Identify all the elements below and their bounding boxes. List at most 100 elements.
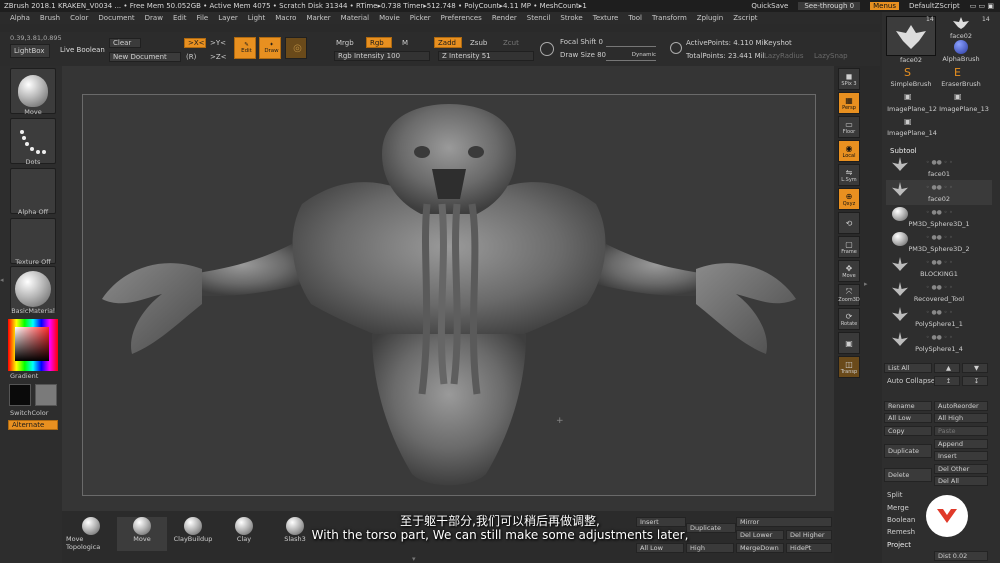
copy-button[interactable]: Copy [884,426,932,436]
menu-stroke[interactable]: Stroke [560,14,582,22]
zadd-button[interactable]: Zadd [434,37,462,48]
dynamic-button[interactable]: Dynamic [632,52,656,58]
append-button[interactable]: Append [934,439,988,449]
zsub-button[interactable]: Zsub [470,39,487,47]
righttool-frame[interactable]: ▢ Frame [838,236,860,258]
subtool-toggles[interactable]: ◦ ●● ◦ ◦ [926,309,953,316]
move-top-button[interactable]: ↥ [934,376,960,386]
righttool-l-sym[interactable]: ⇋ L.Sym [838,164,860,186]
subtool-item[interactable]: ◦ ●● ◦ ◦ PM3D_Sphere3D_2 [886,230,992,255]
subtool-item[interactable]: ◦ ●● ◦ ◦ face01 [886,155,992,180]
menu-zplugin[interactable]: Zplugin [697,14,723,22]
edit-mode-button[interactable]: ✎ Edit [234,37,256,59]
subtool-item[interactable]: ◦ ●● ◦ ◦ BLOCKING1 [886,255,992,280]
subtool-toggles[interactable]: ◦ ●● ◦ ◦ [926,259,953,266]
lazyradius-slider[interactable]: LazyRadius [764,52,803,60]
eraserbrush-icon[interactable]: E [954,66,961,79]
mrgb-button[interactable]: Mrgb [336,39,354,47]
subtool-toggles[interactable]: ◦ ●● ◦ ◦ [926,184,953,191]
menus-button[interactable]: Menus [870,2,900,10]
kraken-model[interactable] [82,94,816,496]
y-symmetry-button[interactable]: >Y< [210,39,226,47]
radial-symmetry-label[interactable]: (R) [186,53,196,61]
switchcolor-button[interactable]: SwitchColor [0,409,50,417]
subtool-toggles[interactable]: ◦ ●● ◦ ◦ [926,284,953,291]
live-boolean-button[interactable]: Live Boolean [60,46,105,54]
main-color-swatch[interactable] [9,384,31,406]
delete-button[interactable]: Delete [884,468,932,482]
subtool-toggles[interactable]: ◦ ●● ◦ ◦ [926,159,953,166]
seethrough-slider[interactable]: See-through 0 [798,2,861,10]
hidept-button[interactable]: HidePt [786,543,832,553]
menu-stencil[interactable]: Stencil [527,14,551,22]
menu-light[interactable]: Light [248,14,265,22]
righttool-floor[interactable]: ▭ Floor [838,116,860,138]
draw-mode-button[interactable]: ✦ Draw [259,37,281,59]
menu-draw[interactable]: Draw [145,14,163,22]
z-intensity-slider[interactable]: Z Intensity 51 [438,51,534,61]
imageplane12-icon[interactable]: ▣ [904,92,912,101]
rgb-intensity-slider[interactable]: Rgb Intensity 100 [334,51,430,61]
righttool-zoom3d[interactable]: ⤧ Zoom3D [838,284,860,306]
autoreorder-button[interactable]: AutoReorder [934,401,988,411]
subtool-toggles[interactable]: ◦ ●● ◦ ◦ [926,334,953,341]
imageplane13-icon[interactable]: ▣ [954,92,962,101]
menu-picker[interactable]: Picker [410,14,431,22]
default-zscript-button[interactable]: DefaultZScript [909,2,960,10]
subtool-toggles[interactable]: ◦ ●● ◦ ◦ [926,209,953,216]
righttool-spix-3[interactable]: ◼ SPix 3 [838,68,860,90]
righttool-transp[interactable]: ◫ Transp [838,356,860,378]
menu-layer[interactable]: Layer [218,14,238,22]
subtool-item[interactable]: ◦ ●● ◦ ◦ face02 [886,180,992,205]
color-picker-square[interactable] [15,327,49,361]
menu-zscript[interactable]: Zscript [733,14,757,22]
secondary-color-swatch[interactable] [35,384,57,406]
del-other-button[interactable]: Del Other [934,464,988,474]
menu-alpha[interactable]: Alpha [10,14,30,22]
paste-button[interactable]: Paste [934,426,988,436]
rename-button[interactable]: Rename [884,401,932,411]
tool-thumb-face02[interactable] [942,16,980,32]
x-symmetry-button[interactable]: >X< [184,38,206,48]
merge-menu[interactable]: Merge [887,504,909,512]
righttool-slot-6[interactable]: ⟲ [838,212,860,234]
menu-render[interactable]: Render [492,14,517,22]
menu-texture[interactable]: Texture [593,14,619,22]
all-low-button[interactable]: All Low [884,413,932,423]
keyshot-button[interactable]: Keyshot [764,39,792,47]
imageplane14-icon[interactable]: ▣ [904,117,912,126]
menu-file[interactable]: File [197,14,209,22]
menu-macro[interactable]: Macro [275,14,296,22]
move-bottom-button[interactable]: ↧ [962,376,988,386]
window-controls[interactable]: ▭ ▭ ▣ [970,2,994,10]
gradient-label[interactable]: Gradient [0,372,50,380]
split-menu[interactable]: Split [887,491,903,499]
merge-down-button[interactable]: MergeDown [736,543,784,553]
menu-edit[interactable]: Edit [173,14,187,22]
menu-transform[interactable]: Transform [652,14,687,22]
righttool-slot-11[interactable]: ▣ [838,332,860,354]
alternate-button[interactable]: Alternate [8,420,58,430]
menu-brush[interactable]: Brush [40,14,60,22]
subtool-header[interactable]: Subtool [890,147,917,155]
menu-document[interactable]: Document [98,14,134,22]
m-button[interactable]: M [402,39,408,47]
menu-color[interactable]: Color [70,14,88,22]
move-up-button[interactable]: ▲ [934,363,960,373]
project-menu[interactable]: Project [887,541,911,549]
duplicate-button[interactable]: Duplicate [884,444,932,458]
simplebrush-icon[interactable]: S [904,66,911,79]
right-shelf-scroll-icon[interactable]: ▸ [864,280,868,288]
lightbox-button[interactable]: LightBox [10,44,50,58]
righttool-qxyz[interactable]: ⊕ Qxyz [838,188,860,210]
bottom-scroll-icon[interactable]: ▾ [412,555,416,563]
dist-slider[interactable]: Dist 0.02 [934,551,988,561]
insert-button[interactable]: Insert [934,451,988,461]
bottom-high-button[interactable]: High [686,543,734,553]
lazysnap-slider[interactable]: LazySnap [814,52,848,60]
righttool-move[interactable]: ✥ Move [838,260,860,282]
gizmo-button[interactable]: ◎ [285,37,307,59]
righttool-persp[interactable]: ▦ Persp [838,92,860,114]
all-high-button[interactable]: All High [934,413,988,423]
del-all-button[interactable]: Del All [934,476,988,486]
